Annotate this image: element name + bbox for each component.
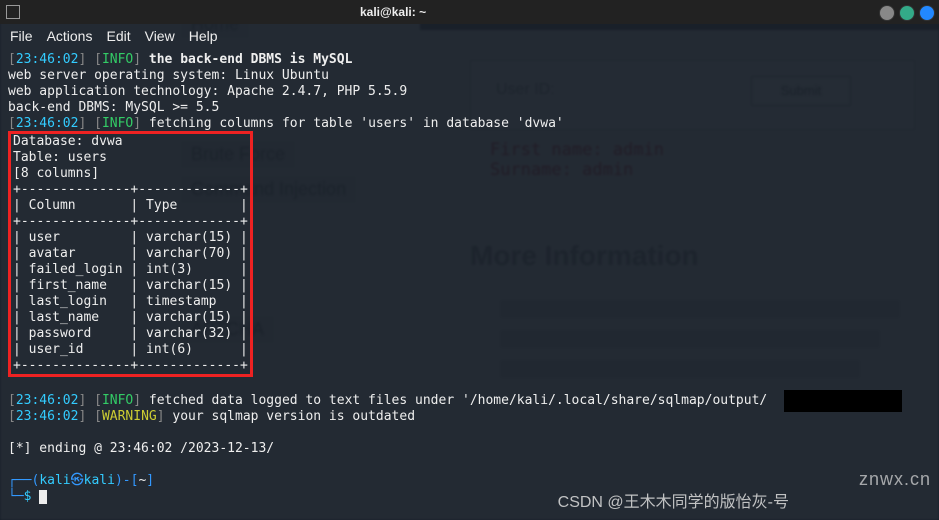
titlebar[interactable]: kali@kali: ~: [0, 0, 939, 24]
close-button[interactable]: [919, 5, 935, 21]
window-controls: [879, 5, 935, 21]
table-row: | user_id | int(6) |: [13, 342, 248, 357]
highlighted-table: Database: dvwa Table: users [8 columns] …: [8, 131, 253, 377]
watermark-csdn: CSDN @王木木同学的版怡灰-号: [558, 488, 789, 512]
ts: 23:46:02: [16, 52, 79, 67]
table-row: | avatar | varchar(70) |: [13, 246, 248, 261]
ending-line: [*] ending @ 23:46:02 /2023-12-13/: [8, 441, 274, 456]
cursor[interactable]: [39, 490, 47, 504]
window-title: kali@kali: ~: [360, 5, 426, 19]
menu-file[interactable]: File: [10, 28, 33, 44]
menu-help[interactable]: Help: [189, 28, 218, 44]
minimize-button[interactable]: [879, 5, 895, 21]
line-backend: back-end DBMS: MySQL >= 5.5: [8, 100, 219, 115]
menubar: File Actions Edit View Help: [0, 24, 939, 48]
table-row: | password | varchar(32) |: [13, 326, 248, 341]
terminal-window: kali@kali: ~ File Actions Edit View Help…: [0, 0, 939, 520]
terminal-output[interactable]: [23:46:02] [INFO] the back-end DBMS is M…: [0, 48, 939, 509]
table-row: | user | varchar(15) |: [13, 230, 248, 245]
level-warning: WARNING: [102, 409, 157, 424]
tbl-line: Table: users: [13, 150, 107, 165]
level-info: INFO: [102, 52, 133, 67]
line-tech: web application technology: Apache 2.4.7…: [8, 84, 407, 99]
redaction-box: [784, 390, 902, 412]
db-line: Database: dvwa: [13, 134, 123, 149]
menu-edit[interactable]: Edit: [106, 28, 130, 44]
terminal-icon: [6, 5, 20, 19]
maximize-button[interactable]: [899, 5, 915, 21]
table-row: | last_name | varchar(15) |: [13, 310, 248, 325]
line-os: web server operating system: Linux Ubunt…: [8, 68, 329, 83]
menu-view[interactable]: View: [145, 28, 175, 44]
line-dbms: the back-end DBMS is MySQL: [149, 52, 353, 67]
prompt-symbol: $: [24, 489, 32, 504]
menu-actions[interactable]: Actions: [47, 28, 93, 44]
table-row: | last_login | timestamp |: [13, 294, 248, 309]
cols-line: [8 columns]: [13, 166, 99, 181]
watermark-znwx: znwx.cn: [859, 469, 931, 490]
table-row: | failed_login | int(3) |: [13, 262, 248, 277]
table-row: | first_name | varchar(15) |: [13, 278, 248, 293]
